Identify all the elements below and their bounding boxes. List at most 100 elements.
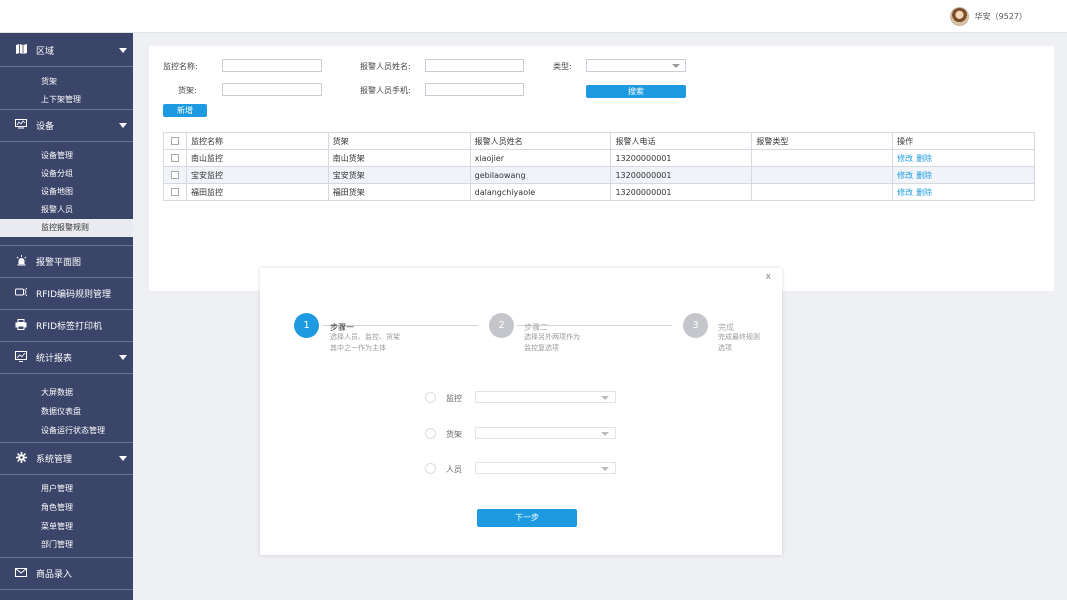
main-panel: 监控名称: 报警人员姓名: 类型: 货架: 报警人员手机: 搜索 新增 监控名称… (149, 46, 1054, 291)
sidebar-group-system[interactable]: 系统管理 (0, 443, 133, 475)
delete-link[interactable]: 删除 (916, 171, 932, 180)
alarm-light-icon (14, 254, 28, 269)
close-icon[interactable]: x (766, 272, 771, 282)
sidebar-item-big-screen[interactable]: 大屏数据 (0, 384, 133, 402)
sidebar-item-rfid-printer[interactable]: RFID标签打印机 (0, 310, 133, 342)
edit-link[interactable]: 修改 (897, 188, 913, 197)
alarm-phone-label: 报警人员手机: (360, 86, 411, 95)
cell-monitor-name: 南山监控 (185, 149, 329, 167)
next-step-button[interactable]: 下一步 (477, 509, 577, 527)
sidebar-item-device-map[interactable]: 设备地图 (0, 183, 133, 201)
rule-wizard-modal: x 1 步骤一 选择人员、监控、货架其中之一作为主体 2 步骤二 选择另外两项作… (260, 268, 782, 555)
sidebar-item-label: RFID标签打印机 (36, 322, 103, 332)
cell-person: dalangchiyaole (469, 183, 612, 201)
sidebar-item-dashboard[interactable]: 数据仪表盘 (0, 403, 133, 421)
search-button[interactable]: 搜索 (586, 85, 686, 98)
step-3-desc: 完成最终规则选项 (718, 333, 760, 352)
chevron-down-icon (119, 456, 127, 461)
sidebar-item-menu-manage[interactable]: 菜单管理 (0, 518, 133, 536)
monitor-select[interactable] (475, 391, 616, 403)
sidebar-item-shelf[interactable]: 货架 (0, 73, 133, 91)
shelf-input[interactable] (222, 83, 322, 96)
avatar[interactable] (949, 7, 969, 26)
chevron-down-icon (119, 355, 127, 360)
sidebar-group-region[interactable]: 区域 (0, 35, 133, 67)
monitor-name-input[interactable] (222, 59, 322, 72)
radio-monitor[interactable] (425, 392, 436, 403)
edit-link[interactable]: 修改 (897, 154, 913, 163)
sidebar-group-label: 设备 (36, 122, 55, 132)
sidebar-group-label: 区域 (36, 47, 55, 57)
type-label: 类型: (553, 62, 572, 71)
sidebar-group-device[interactable]: 设备 (0, 110, 133, 142)
select-all-checkbox[interactable] (170, 137, 179, 145)
sidebar-item-device-group[interactable]: 设备分组 (0, 165, 133, 183)
chevron-down-icon (119, 48, 127, 53)
cell-type (751, 149, 894, 167)
row-checkbox[interactable] (170, 188, 179, 196)
alarm-person-label: 报警人员姓名: (360, 62, 411, 71)
step-2-circle: 2 (489, 313, 514, 338)
step-1-circle: 1 (294, 313, 319, 338)
step-3-circle: 3 (683, 313, 708, 338)
sidebar-item-label: RFID编码规则管理 (36, 290, 112, 300)
delete-link[interactable]: 删除 (916, 188, 932, 197)
type-select[interactable] (586, 59, 686, 72)
option-label-person: 人员 (446, 465, 462, 474)
gear-icon (14, 451, 28, 466)
sidebar-item-shelf-manage[interactable]: 上下架管理 (0, 91, 133, 109)
radio-shelf[interactable] (425, 428, 436, 439)
report-icon (14, 350, 28, 365)
shelf-select[interactable] (475, 427, 616, 439)
alarm-phone-input[interactable] (425, 83, 524, 96)
cell-shelf: 福田货架 (327, 183, 471, 201)
sidebar-item-dept-manage[interactable]: 部门管理 (0, 536, 133, 554)
rules-table: 监控名称 货架 报警人员姓名 报警人电话 报警类型 操作 南山监控 南山货架 x… (163, 132, 1035, 201)
cell-monitor-name: 宝安监控 (185, 166, 329, 184)
cell-shelf: 南山货架 (327, 149, 471, 167)
printer-icon (14, 318, 28, 333)
table-row: 宝安监控 宝安货架 gebilaowang 13200000001 修改 删除 (163, 166, 1035, 184)
shelf-label: 货架: (178, 86, 197, 95)
map-icon (14, 44, 28, 57)
row-checkbox[interactable] (170, 171, 179, 179)
delete-link[interactable]: 删除 (916, 154, 932, 163)
user-name: 华安（9527） (974, 12, 1027, 21)
sidebar-item-alarm-person[interactable]: 报警人员 (0, 201, 133, 219)
sidebar-item-device-status[interactable]: 设备运行状态管理 (0, 422, 133, 440)
sidebar-group-stats[interactable]: 统计报表 (0, 342, 133, 374)
cell-actions: 修改 删除 (892, 149, 1035, 167)
chevron-down-icon (119, 123, 127, 128)
sidebar-item-device-manage[interactable]: 设备管理 (0, 147, 133, 165)
table-header-row: 监控名称 货架 报警人员姓名 报警人电话 报警类型 操作 (163, 132, 1035, 150)
user-menu[interactable]: 华安（9527） (949, 6, 1027, 27)
option-label-shelf: 货架 (446, 430, 462, 439)
chevron-down-icon (601, 396, 609, 400)
sidebar-item-rfid-rule[interactable]: RFID编码规则管理 (0, 278, 133, 310)
chevron-down-icon (601, 432, 609, 436)
cell-person: gebilaowang (469, 166, 612, 184)
sidebar-item-alarm-map[interactable]: 报警平面图 (0, 246, 133, 278)
mail-icon (14, 567, 28, 580)
row-checkbox[interactable] (170, 154, 179, 162)
column-header: 操作 (892, 132, 1035, 150)
cell-shelf: 宝安货架 (327, 166, 471, 184)
sidebar-item-alarm-rule[interactable]: 监控报警规则 (0, 219, 133, 237)
chevron-down-icon (672, 64, 680, 68)
cell-type (751, 183, 894, 201)
chevron-down-icon (601, 467, 609, 471)
edit-link[interactable]: 修改 (897, 171, 913, 180)
sidebar-group-label: 系统管理 (36, 455, 73, 465)
radio-person[interactable] (425, 463, 436, 474)
cell-phone: 13200000001 (610, 166, 753, 184)
alarm-person-input[interactable] (425, 59, 524, 72)
sidebar-item-user-manage[interactable]: 用户管理 (0, 480, 133, 498)
sidebar-item-label: 商品录入 (36, 570, 73, 580)
monitor-name-label: 监控名称: (163, 62, 198, 71)
add-button[interactable]: 新增 (163, 104, 207, 117)
sidebar-item-role-manage[interactable]: 角色管理 (0, 499, 133, 517)
monitor-icon (14, 119, 28, 132)
person-select[interactable] (475, 462, 616, 474)
rfid-icon (14, 287, 29, 300)
sidebar-item-goods-entry[interactable]: 商品录入 (0, 558, 133, 590)
